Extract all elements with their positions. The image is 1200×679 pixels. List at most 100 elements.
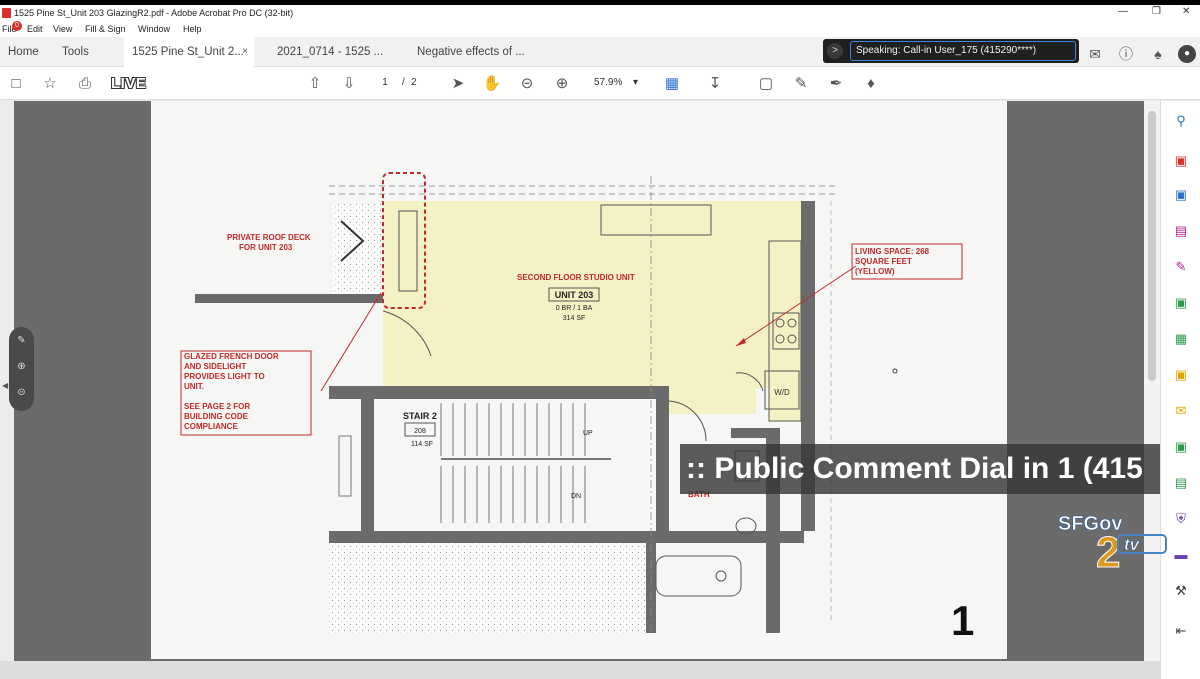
tools-wrench-icon[interactable]: ⚒ [1171, 581, 1191, 601]
roof-deck-area [333, 204, 383, 294]
zoom-in-small-icon[interactable]: ⊕ [9, 361, 34, 372]
tab-close-icon[interactable]: × [242, 37, 248, 67]
page-separator: / [402, 77, 405, 88]
help-icon[interactable]: ⓘ [1117, 45, 1135, 63]
glazed-callout-line-6: BUILDING CODE [184, 412, 249, 421]
leader-line [320, 292, 382, 392]
star-icon[interactable]: ☆ [40, 74, 60, 94]
toolbar: □ ☆ ⎙ LIVE ⇧ ⇩ 1 / 2 ➤ ✋ ⊝ ⊕ 57.9% ▾ ▦ ↧… [0, 67, 1200, 100]
scan-ocr-icon[interactable]: ▦ [1171, 329, 1191, 349]
menu-fill-sign[interactable]: Fill & Sign [85, 24, 126, 34]
tab-tools[interactable]: Tools [54, 37, 104, 67]
next-page-icon[interactable]: ⇩ [339, 74, 359, 94]
bathtub [655, 555, 742, 597]
bell-icon[interactable]: ♠ [1149, 45, 1167, 63]
ruler-icon[interactable]: ✎ [9, 335, 34, 346]
cursor-dot [892, 368, 898, 374]
tab-doc-1525-pine[interactable]: 1525 Pine St_Unit 2... × [124, 37, 254, 67]
compress-icon[interactable]: ▤ [1171, 473, 1191, 493]
sign-icon[interactable]: ✒ [826, 74, 846, 94]
fit-page-icon[interactable]: ▦ [662, 74, 682, 94]
zoom-level[interactable]: 57.9% [594, 77, 622, 88]
save-icon[interactable]: □ [6, 74, 26, 94]
menu-help[interactable]: Help [183, 24, 202, 34]
acrobat-app-icon [2, 8, 11, 18]
public-comment-banner: :: Public Comment Dial in 1 (415 [680, 444, 1160, 494]
page-total: 2 [411, 77, 417, 88]
living-space-label-2: SQUARE FEET [855, 257, 912, 266]
select-cursor-icon[interactable]: ➤ [448, 74, 468, 94]
stair-rail [338, 435, 352, 497]
wall [329, 531, 804, 543]
glazed-callout-line-5: SEE PAGE 2 FOR [184, 402, 250, 411]
hand-tool-icon[interactable]: ✋ [482, 74, 502, 94]
shield-icon[interactable]: ⛨ [1171, 509, 1191, 529]
living-space-label-1: LIVING SPACE: 268 [855, 247, 930, 256]
tab-doc-2021-0714[interactable]: 2021_0714 - 1525 ... [269, 37, 397, 67]
minimize-button[interactable]: — [1118, 6, 1128, 17]
chevron-right-icon[interactable]: > [827, 43, 843, 59]
fill-sign-icon[interactable]: ✉ [1171, 401, 1191, 421]
studio-unit-label: SECOND FLOOR STUDIO UNIT [517, 273, 635, 282]
menu-bar: File 0 Edit View Fill & Sign Window Help [0, 21, 1200, 37]
combine-files-icon[interactable]: ▤ [1171, 221, 1191, 241]
glazed-callout-line-4: UNIT. [184, 382, 204, 391]
comment-bubble-icon[interactable]: ✉ [1086, 45, 1104, 63]
comment-icon[interactable]: ▢ [756, 74, 776, 94]
edit-pdf-icon[interactable]: ✎ [1171, 257, 1191, 277]
tab-home[interactable]: Home [0, 37, 52, 67]
tag-icon[interactable]: ♦ [861, 74, 881, 94]
speaking-indicator: > Speaking: Call-in User_175 (415290****… [823, 39, 1079, 63]
zoom-out-icon[interactable]: ⊝ [517, 74, 537, 94]
wall [361, 386, 374, 531]
wall [329, 386, 661, 399]
protect-icon[interactable]: ▣ [1171, 437, 1191, 457]
sfgovtv-logo: SFGov 2 tv [1058, 497, 1168, 578]
roof-deck-label-1: PRIVATE ROOF DECK [227, 233, 311, 242]
title-bar: 1525 Pine St_Unit 203 GlazingR2.pdf - Ad… [0, 5, 1200, 21]
menu-window[interactable]: Window [138, 24, 170, 34]
comment-tool-icon[interactable]: ▣ [1171, 365, 1191, 385]
tab-doc-negative-effects[interactable]: Negative effects of ... [409, 37, 539, 67]
close-window-button[interactable]: ✕ [1182, 6, 1190, 17]
zoom-dropdown-caret[interactable]: ▾ [633, 77, 638, 88]
export-pdf-icon[interactable]: ▣ [1171, 151, 1191, 171]
wd-label: W/D [774, 388, 790, 397]
organize-pages-icon[interactable]: ▣ [1171, 293, 1191, 313]
collapse-panel-icon[interactable]: ⇤ [1171, 621, 1191, 641]
living-space-label-3: (YELLOW) [855, 267, 895, 276]
window-title: 1525 Pine St_Unit 203 GlazingR2.pdf - Ad… [14, 8, 294, 18]
glazed-callout-line-1: GLAZED FRENCH DOOR [184, 352, 279, 361]
floor-plan: W/D PRIVATE ROOF DECK FOR UNIT 203 SECON… [180, 172, 963, 633]
menu-edit[interactable]: Edit [27, 24, 43, 34]
panel-toggle-icon[interactable]: ◀ [2, 381, 8, 390]
logo-tv-text: tv [1124, 535, 1141, 554]
roof-deck-label-2: FOR UNIT 203 [239, 243, 293, 252]
stair-number: 208 [414, 428, 426, 435]
menu-view[interactable]: View [53, 24, 72, 34]
unit-rooms: 0 BR / 1 BA [556, 305, 593, 312]
search-icon[interactable]: ⚲ [1171, 111, 1191, 131]
pdf-page: W/D PRIVATE ROOF DECK FOR UNIT 203 SECON… [151, 101, 1007, 659]
speaking-field: Speaking: Call-in User_175 (415290****) [850, 41, 1076, 61]
avatar[interactable]: ● [1178, 45, 1196, 63]
wall [731, 428, 780, 438]
glazed-callout-line-7: COMPLIANCE [184, 422, 238, 431]
print-icon[interactable]: ⎙ [75, 74, 95, 94]
scrollbar-thumb[interactable] [1148, 111, 1156, 381]
stair-label: STAIR 2 [403, 411, 437, 421]
pen-icon[interactable]: ✎ [791, 74, 811, 94]
scroll-mode-icon[interactable]: ↧ [705, 74, 725, 94]
lower-hatched-area [329, 543, 646, 633]
drain [715, 570, 727, 582]
redact-icon[interactable]: ▬ [1171, 545, 1191, 565]
bottom-bar [0, 661, 1160, 679]
create-pdf-icon[interactable]: ▣ [1171, 185, 1191, 205]
page-number-input[interactable]: 1 [374, 75, 396, 91]
glazed-callout-line-2: AND SIDELIGHT [184, 362, 246, 371]
zoom-in-icon[interactable]: ⊕ [552, 74, 572, 94]
previous-page-icon[interactable]: ⇧ [305, 74, 325, 94]
zoom-out-small-icon[interactable]: ⊝ [9, 387, 34, 398]
tab-bar: Home Tools 1525 Pine St_Unit 2... × 2021… [0, 37, 1200, 67]
maximize-button[interactable]: ❐ [1152, 6, 1161, 17]
